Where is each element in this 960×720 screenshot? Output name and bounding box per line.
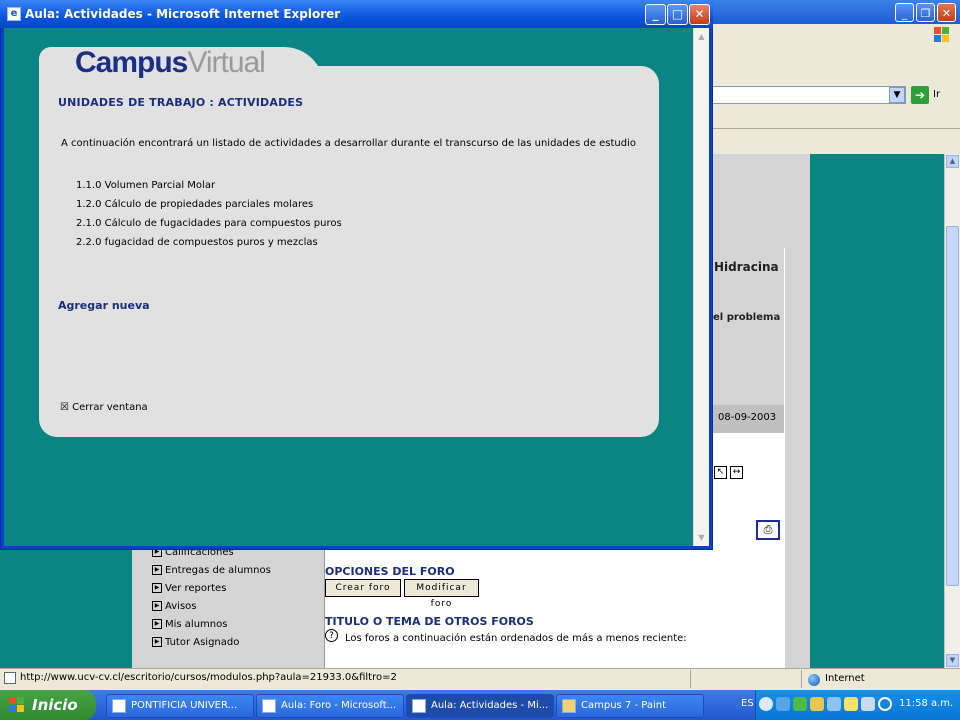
menu-arrow-icon: ▶ [152, 583, 162, 593]
status-divider [690, 670, 691, 688]
forum-date: 08-09-2003 [718, 412, 777, 423]
forum-description: el problema [713, 312, 781, 323]
forum-options-heading: OPCIONES DEL FORO [325, 565, 455, 578]
add-new-link[interactable]: Agregar nueva [58, 299, 150, 312]
forums-info-text: Los foros a continuación están ordenados… [345, 633, 687, 644]
monitor-icon[interactable] [861, 697, 875, 711]
resize-controls: ↖ ↔ [714, 466, 746, 479]
windows-flag-icon [9, 697, 25, 713]
intro-text: A continuación encontrará un listado de … [61, 138, 636, 149]
address-dropdown-icon[interactable]: ▼ [889, 87, 905, 103]
language-indicator[interactable]: ES [741, 698, 754, 709]
taskbar-item-actividades[interactable]: Aula: Actividades - Mi... [406, 694, 554, 718]
window-title: Aula: Actividades - Microsoft Internet E… [25, 7, 341, 21]
activities-panel [39, 66, 659, 437]
background-page-margin [810, 154, 944, 668]
activity-item[interactable]: 2.2.0 fugacidad de compuestos puros y me… [76, 237, 318, 248]
modify-forum-button[interactable]: Modificar foro [404, 579, 479, 609]
security-zone: Internet [825, 673, 865, 684]
expand-corner-icon[interactable]: ↖ [714, 466, 727, 479]
menu-arrow-icon: ▶ [152, 565, 162, 575]
paint-icon [562, 699, 576, 713]
windows-logo-icon [934, 27, 950, 43]
back-arrow-icon[interactable] [759, 697, 773, 711]
window-vertical-scrollbar[interactable]: ▲ ▼ [693, 28, 709, 546]
menu-item-reportes[interactable]: ▶ Ver reportes [152, 583, 226, 594]
background-vertical-scrollbar[interactable]: ▲ ▼ [944, 154, 960, 668]
messenger-icon[interactable] [776, 697, 790, 711]
scroll-up-icon[interactable]: ▲ [695, 30, 708, 43]
close-box-icon: ☒ [60, 402, 69, 413]
activity-item[interactable]: 2.1.0 Cálculo de fugacidades para compue… [76, 218, 342, 229]
status-url: http://www.ucv-cv.cl/escritorio/cursos/m… [20, 672, 397, 683]
scroll-thumb[interactable] [946, 226, 959, 586]
scroll-down-icon[interactable]: ▼ [695, 531, 708, 544]
search-icon[interactable] [878, 697, 892, 711]
ie-icon [112, 699, 126, 713]
bg-restore-button[interactable]: ❐ [916, 3, 935, 22]
campus-virtual-logo: CampusVirtual [75, 46, 266, 79]
ie-icon [412, 699, 426, 713]
maximize-button[interactable]: □ [667, 4, 688, 25]
taskbar-item-pontificia[interactable]: PONTIFICIA UNIVER... [106, 694, 254, 718]
chat-icon[interactable] [844, 697, 858, 711]
bg-close-button[interactable]: ✕ [937, 3, 956, 22]
clock: 11:58 a.m. [899, 698, 954, 709]
activity-item[interactable]: 1.1.0 Volumen Parcial Molar [76, 180, 215, 191]
bg-minimize-button[interactable]: _ [895, 3, 914, 22]
taskbar-item-foro[interactable]: Aula: Foro - Microsoft... [256, 694, 404, 718]
internet-globe-icon [808, 674, 820, 686]
other-forums-heading: TITULO O TEMA DE OTROS FOROS [325, 615, 534, 628]
help-icon[interactable]: ? [325, 629, 338, 642]
menu-arrow-icon: ▶ [152, 619, 162, 629]
close-window-link[interactable]: ☒ Cerrar ventana [60, 402, 148, 413]
menu-item-avisos[interactable]: ▶ Avisos [152, 601, 197, 612]
security-icon[interactable] [810, 697, 824, 711]
toolbar-divider [712, 128, 960, 129]
scroll-down-icon[interactable]: ▼ [946, 654, 959, 667]
close-button[interactable]: ✕ [689, 4, 710, 25]
minimize-button[interactable]: _ [645, 4, 666, 25]
expand-horizontal-icon[interactable]: ↔ [730, 466, 743, 479]
status-divider [801, 670, 802, 688]
ie-icon [262, 699, 276, 713]
taskbar-item-paint[interactable]: Campus 7 - Paint [556, 694, 704, 718]
ie-icon: e [7, 7, 21, 21]
address-bar-input[interactable] [712, 86, 906, 104]
menu-item-tutor[interactable]: ▶ Tutor Asignado [152, 637, 239, 648]
menu-item-entregas[interactable]: ▶ Entregas de alumnos [152, 565, 271, 576]
page-icon [4, 672, 16, 684]
display-icon[interactable] [827, 697, 841, 711]
go-button-label[interactable]: Ir [933, 89, 940, 100]
menu-arrow-icon: ▶ [152, 637, 162, 647]
network-icon[interactable] [793, 697, 807, 711]
printer-icon[interactable]: ⎙ [756, 520, 780, 540]
forum-title[interactable]: Hidracina [714, 260, 779, 274]
menu-item-alumnos[interactable]: ▶ Mis alumnos [152, 619, 227, 630]
activity-item[interactable]: 1.2.0 Cálculo de propiedades parciales m… [76, 199, 313, 210]
scroll-up-icon[interactable]: ▲ [946, 155, 959, 168]
create-forum-button[interactable]: Crear foro [325, 579, 401, 597]
go-arrow-icon[interactable]: ➔ [911, 86, 929, 104]
menu-arrow-icon: ▶ [152, 601, 162, 611]
background-left-margin [0, 549, 132, 668]
page-title: UNIDADES DE TRABAJO : ACTIVIDADES [58, 96, 304, 109]
